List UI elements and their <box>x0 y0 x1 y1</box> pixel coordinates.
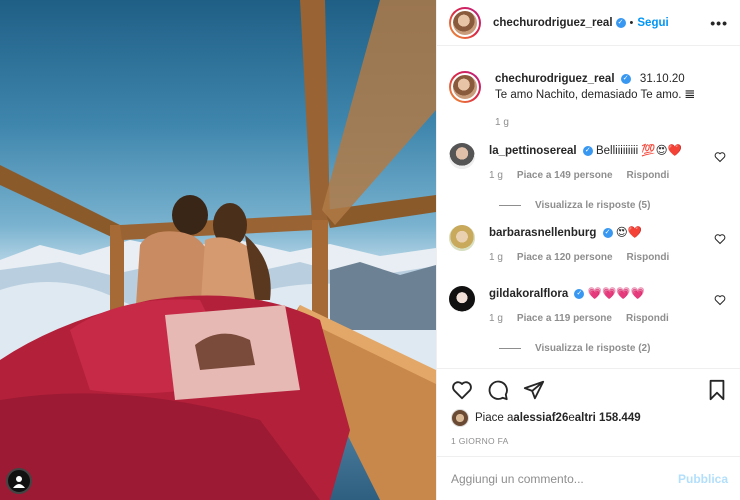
comment-heart-icon[interactable] <box>714 294 726 306</box>
comment-likes[interactable]: Piace a 120 persone <box>517 250 613 266</box>
heart-icon[interactable] <box>451 379 473 401</box>
liker-username[interactable]: alessiaf26 <box>513 412 568 424</box>
caption-time: 1 g <box>495 117 509 128</box>
caption-text: Te amo Nachito, demasiado Te amo. 𝌆 <box>495 89 695 101</box>
reply-button[interactable]: Rispondi <box>627 250 670 266</box>
view-replies-button[interactable]: Visualizza le risposte (2) <box>499 343 728 354</box>
comment-text: 😍❤️ <box>615 227 643 239</box>
post-header: chechurodriguez_real ✓ • Segui ••• <box>437 0 740 46</box>
comment-avatar[interactable] <box>449 143 475 169</box>
comment-heart-icon[interactable] <box>714 151 726 163</box>
caption-avatar[interactable] <box>449 71 481 103</box>
post-photo[interactable] <box>0 0 436 500</box>
verified-icon: ✓ <box>620 73 631 84</box>
author-avatar[interactable] <box>449 6 481 39</box>
follow-button[interactable]: Segui <box>637 17 668 29</box>
photo-scene <box>0 0 436 500</box>
instagram-post-modal: chechurodriguez_real ✓ • Segui ••• chech… <box>0 0 740 500</box>
more-icon[interactable]: ••• <box>710 15 728 31</box>
caption: chechurodriguez_real ✓ 31.10.20 Te amo N… <box>449 71 728 131</box>
comments-list[interactable]: chechurodriguez_real ✓ 31.10.20 Te amo N… <box>437 47 740 367</box>
liker-avatar <box>451 409 469 427</box>
likes-summary[interactable]: Piace a alessiaf26 e altri 158.449 <box>437 405 740 427</box>
comment-likes[interactable]: Piace a 119 persone <box>517 311 612 327</box>
comment-item: barbarasnellenburg ✓ 😍❤️ 1 g Piace a 120… <box>449 225 728 266</box>
caption-date: 31.10.20 <box>639 73 685 85</box>
comment-item: la_pettinosereal ✓ Belliiiiiiiii 💯😍❤️ 1 … <box>449 143 728 184</box>
comment-icon[interactable] <box>487 379 509 401</box>
comment-username[interactable]: gildakoralflora <box>489 288 568 300</box>
comment-text: 💗💗💗💗 <box>587 288 645 300</box>
comment-heart-icon[interactable] <box>714 233 726 245</box>
verified-icon: ✓ <box>574 288 585 299</box>
comment-composer: Pubblica <box>437 456 740 500</box>
comment-text: Belliiiiiiiii 💯😍❤️ <box>595 145 682 157</box>
share-icon[interactable] <box>523 379 545 401</box>
comment-username[interactable]: barbarasnellenburg <box>489 227 596 239</box>
comment-time: 1 g <box>489 313 503 324</box>
comment-username[interactable]: la_pettinosereal <box>489 145 577 157</box>
comment-input[interactable] <box>451 471 678 486</box>
publish-button[interactable]: Pubblica <box>678 472 728 486</box>
caption-username[interactable]: chechurodriguez_real <box>495 73 615 85</box>
post-timestamp: 1 GIORNO FA <box>451 436 509 446</box>
comment-time: 1 g <box>489 252 503 263</box>
reply-button[interactable]: Rispondi <box>627 168 670 184</box>
comment-time: 1 g <box>489 170 503 181</box>
likes-others[interactable]: altri 158.449 <box>575 412 641 424</box>
verified-icon: ✓ <box>582 145 593 156</box>
photo-user-icon[interactable] <box>6 468 32 494</box>
comment-avatar[interactable] <box>449 286 475 312</box>
reply-button[interactable]: Rispondi <box>626 311 669 327</box>
separator-dot: • <box>629 16 634 29</box>
post-sidebar: chechurodriguez_real ✓ • Segui ••• chech… <box>436 0 740 500</box>
post-actions-area: Piace a alessiaf26 e altri 158.449 1 GIO… <box>437 368 740 446</box>
comment-avatar[interactable] <box>449 225 475 251</box>
user-icon <box>13 476 25 488</box>
action-bar <box>437 369 740 405</box>
comment-likes[interactable]: Piace a 149 persone <box>517 168 613 184</box>
likes-prefix: Piace a <box>475 412 514 424</box>
view-replies-button[interactable]: Visualizza le risposte (5) <box>499 200 728 211</box>
comment-item: gildakoralflora ✓ 💗💗💗💗 1 g Piace a 119 p… <box>449 286 728 327</box>
verified-icon: ✓ <box>602 227 613 238</box>
verified-icon: ✓ <box>615 17 626 28</box>
author-username[interactable]: chechurodriguez_real <box>493 17 613 29</box>
bookmark-icon[interactable] <box>706 379 728 401</box>
